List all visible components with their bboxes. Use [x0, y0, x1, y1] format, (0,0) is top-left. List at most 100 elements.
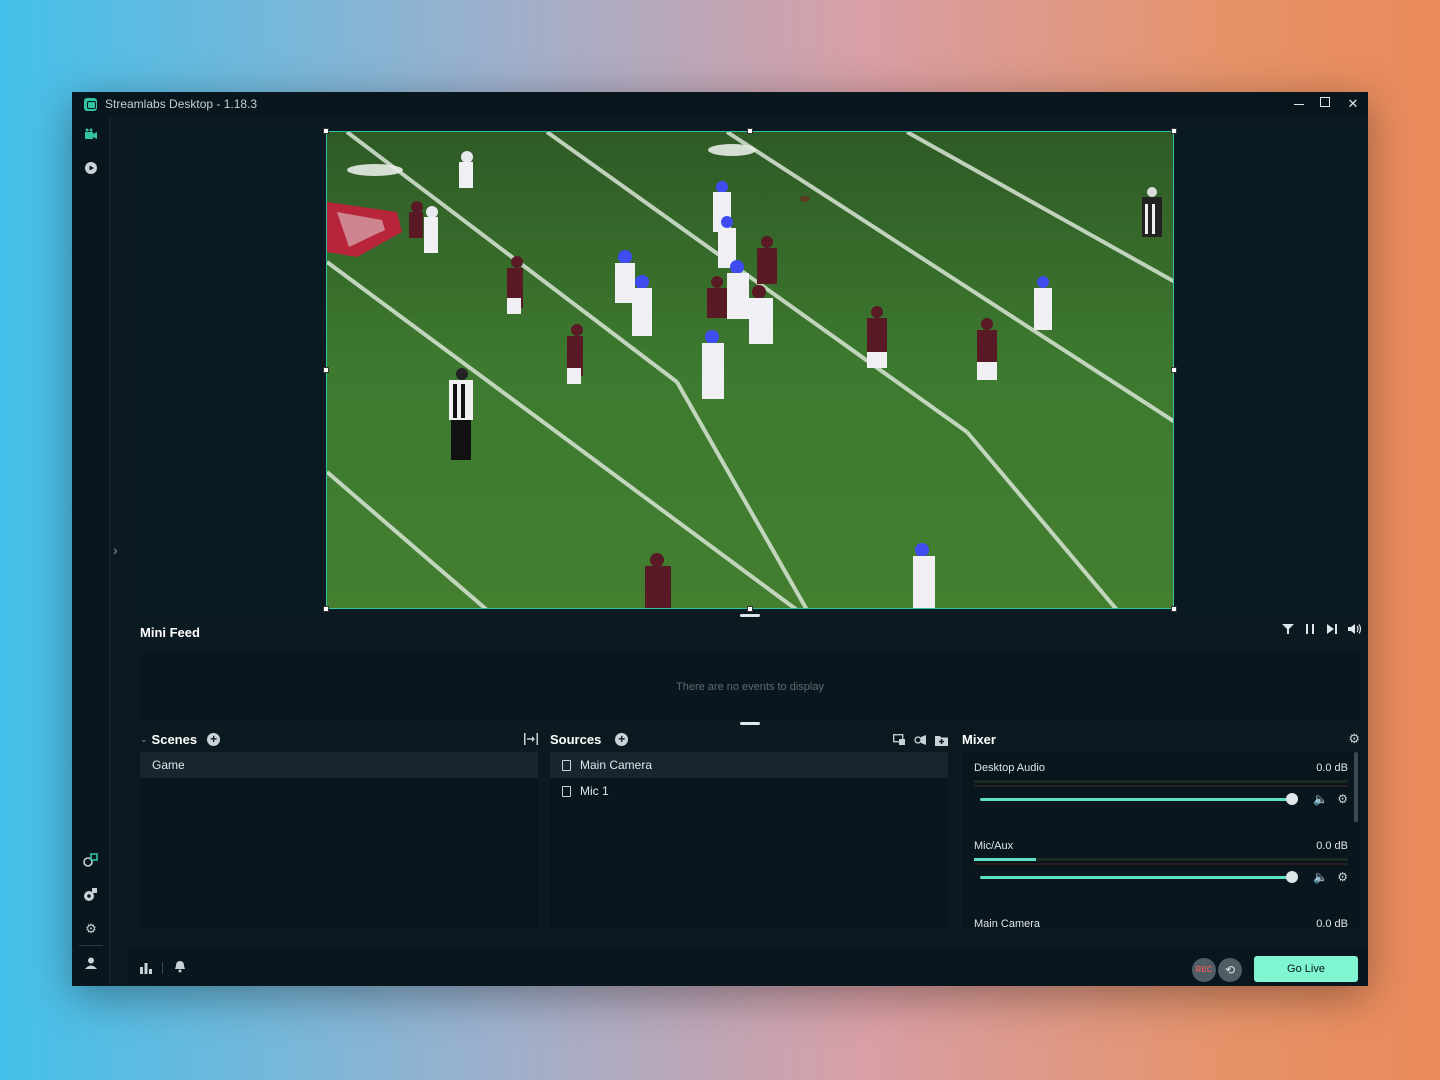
mixer-item-mic-aux: Mic/Aux 0.0 dB 🔈 ⚙ [962, 830, 1360, 908]
app-window: Streamlabs Desktop - 1.18.3 ✕ ⚙ › Mini F… [72, 92, 1368, 986]
mixer-db-value: 0.0 dB [1316, 762, 1348, 774]
go-live-label: Go Live [1287, 963, 1325, 975]
resize-handle-right[interactable] [1171, 367, 1177, 373]
record-button[interactable]: REC [1192, 958, 1216, 982]
editor-dock: ⌄ Scenes + Game Sources + Main Camera Mi… [134, 726, 1366, 936]
editor-icon[interactable] [83, 128, 99, 144]
chevron-right-icon: › [113, 542, 118, 558]
sources-list: Main Camera Mic 1 [550, 752, 948, 928]
performance-stats-icon[interactable] [140, 961, 152, 979]
mixer-db-value: 0.0 dB [1316, 840, 1348, 852]
footer-bar: | REC ⟲ Go Live [128, 950, 1368, 986]
mixer-title: Mixer [962, 731, 996, 747]
volume-slider-knob[interactable] [1286, 793, 1298, 805]
filter-icon[interactable] [1282, 623, 1294, 638]
empty-state-text: There are no events to display [676, 681, 824, 693]
skip-icon[interactable] [1326, 623, 1338, 638]
pause-icon[interactable] [1304, 623, 1316, 638]
audio-level-meter [974, 858, 1348, 861]
resize-handle-top-right[interactable] [1171, 128, 1177, 134]
close-button[interactable]: ✕ [1346, 97, 1360, 111]
nav-divider [79, 945, 103, 946]
add-folder-icon[interactable] [935, 733, 948, 751]
volume-slider[interactable] [980, 876, 1294, 879]
account-icon[interactable] [83, 956, 99, 972]
minimize-icon [1294, 97, 1304, 105]
main-camera-feed[interactable] [326, 131, 1174, 609]
source-label: Main Camera [580, 758, 653, 772]
mixer-db-value: 0.0 dB [1316, 918, 1348, 928]
scene-label: Game [152, 758, 185, 772]
mini-feed-events: There are no events to display [140, 653, 1360, 721]
audio-peak-meter [974, 785, 1348, 787]
preview-resize-bar[interactable] [740, 614, 760, 617]
record-label: REC [1195, 965, 1213, 974]
scenes-header: ⌄ Scenes + [140, 726, 538, 752]
football-field-image [327, 132, 1173, 608]
audio-level-meter [974, 780, 1348, 783]
sources-header: Sources + [550, 726, 948, 752]
notifications-bell-icon[interactable] [174, 960, 186, 978]
resize-handle-top-left[interactable] [323, 128, 329, 134]
mixer-settings-icon[interactable]: ⚙ [1348, 731, 1360, 747]
mixer-list: Desktop Audio 0.0 dB 🔈 ⚙ Mic/Aux 0.0 dB [962, 752, 1360, 928]
editor-main: Mini Feed There are no events to display [128, 116, 1368, 986]
feed-resize-bar[interactable] [740, 722, 760, 725]
audio-settings-icon[interactable]: ⚙ [1337, 792, 1348, 806]
chevron-down-icon[interactable]: ⌄ [140, 734, 148, 745]
maximize-icon [1320, 97, 1330, 107]
source-file-icon [562, 759, 571, 771]
title-bar: Streamlabs Desktop - 1.18.3 ✕ [72, 92, 1368, 116]
audio-peak-meter [974, 863, 1348, 865]
source-file-icon [562, 785, 571, 797]
theme-icon[interactable] [83, 886, 99, 902]
volume-slider-knob[interactable] [1286, 871, 1298, 883]
audio-settings-icon[interactable]: ⚙ [1337, 870, 1348, 884]
mixer-scrollbar[interactable] [1354, 752, 1358, 822]
replay-buffer-button[interactable]: ⟲ [1218, 958, 1242, 982]
left-navigation: ⚙ [72, 116, 110, 986]
mixer-source-name: Main Camera [974, 918, 1041, 928]
scene-item-game[interactable]: Game [140, 752, 538, 778]
mini-feed-title: Mini Feed [140, 625, 200, 640]
mixer-header: Mixer ⚙ [962, 726, 1360, 752]
streamlabs-logo-icon [84, 97, 97, 111]
maximize-button[interactable] [1320, 97, 1334, 111]
mute-icon[interactable]: 🔈 [1313, 792, 1328, 806]
resize-handle-bottom-left[interactable] [323, 606, 329, 612]
source-item-main-camera[interactable]: Main Camera [550, 752, 948, 778]
mini-feed-panel: Mini Feed There are no events to display [134, 619, 1366, 721]
resize-handle-bottom-right[interactable] [1171, 606, 1177, 612]
scenes-list: Game [140, 752, 538, 928]
resize-handle-bottom[interactable] [747, 606, 753, 612]
mixer-source-name: Desktop Audio [974, 762, 1045, 774]
volume-icon[interactable] [1348, 623, 1362, 638]
mixer-item-main-camera: Main Camera 0.0 dB [962, 908, 1360, 928]
go-live-button[interactable]: Go Live [1254, 956, 1358, 982]
close-icon: ✕ [1347, 96, 1359, 111]
mixer-source-name: Mic/Aux [974, 840, 1014, 852]
sidebar-toggle[interactable]: › [110, 116, 128, 986]
replay-icon: ⟲ [1224, 963, 1236, 977]
play-icon[interactable] [83, 161, 99, 177]
source-label: Mic 1 [580, 784, 609, 798]
volume-slider[interactable] [980, 798, 1294, 801]
footer-divider: | [161, 960, 165, 974]
stream-preview[interactable] [134, 128, 1366, 612]
scene-transitions-icon[interactable] [524, 732, 538, 750]
scenes-title: Scenes [151, 731, 198, 747]
add-scene-button[interactable]: + [207, 732, 221, 746]
sources-title: Sources [550, 731, 602, 747]
source-audio-icon[interactable] [914, 733, 927, 751]
minimize-button[interactable] [1294, 97, 1308, 111]
resize-handle-left[interactable] [323, 367, 329, 373]
source-item-mic-1[interactable]: Mic 1 [550, 778, 948, 804]
source-group-icon[interactable] [893, 733, 906, 751]
mixer-item-desktop-audio: Desktop Audio 0.0 dB 🔈 ⚙ [962, 752, 1360, 830]
add-source-button[interactable]: + [615, 732, 629, 746]
settings-icon[interactable]: ⚙ [83, 921, 99, 937]
mute-icon[interactable]: 🔈 [1313, 870, 1328, 884]
integrations-icon[interactable] [83, 852, 99, 868]
window-title: Streamlabs Desktop - 1.18.3 [105, 97, 258, 111]
resize-handle-top[interactable] [747, 128, 753, 134]
